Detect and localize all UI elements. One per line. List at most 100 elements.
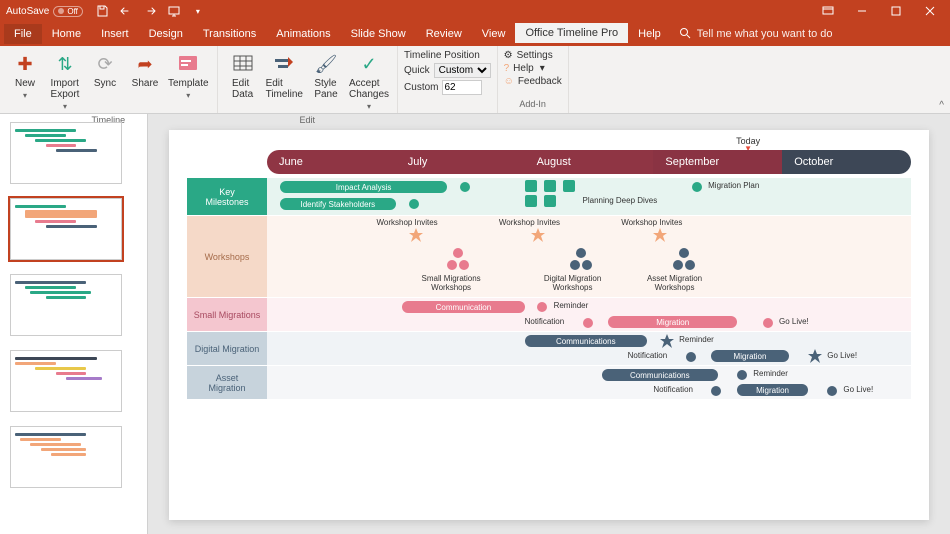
label-reminder: Reminder [679, 335, 714, 344]
dot-notification[interactable] [711, 386, 721, 396]
milestone-sq[interactable] [563, 180, 575, 192]
milestone-sq[interactable] [544, 195, 556, 207]
milestone-dot[interactable] [692, 182, 702, 192]
ribbon-group-timeline-position: Timeline Position QuickCustom Custom [398, 46, 498, 113]
style-pane-button[interactable]: 🖌Style Pane [307, 50, 345, 113]
undo-icon[interactable] [119, 4, 133, 18]
ribbon: ✚New▾ ⇅Import Export▾ ⟳Sync ➦Share Templ… [0, 46, 950, 114]
ribbon-group-addin: ⚙Settings ?Help▾ ☺Feedback Add-In [498, 46, 569, 113]
tab-design[interactable]: Design [139, 24, 193, 44]
label-ws-invites: Workshop Invites [621, 218, 682, 227]
dot-notification[interactable] [686, 352, 696, 362]
label-notification: Notification [628, 351, 668, 360]
maximize-icon[interactable] [882, 2, 910, 20]
edit-timeline-button[interactable]: Edit Timeline [264, 50, 305, 113]
burst-icon[interactable] [660, 334, 674, 348]
slide-thumb-2[interactable] [10, 198, 122, 260]
tab-home[interactable]: Home [42, 24, 91, 44]
redo-icon[interactable] [143, 4, 157, 18]
milestone-dot[interactable] [460, 182, 470, 192]
bar-communications[interactable]: Communications [525, 335, 647, 347]
burst-icon[interactable] [531, 228, 545, 242]
burst-icon[interactable] [808, 349, 822, 363]
accept-changes-button[interactable]: ✓Accept Changes▾ [347, 50, 391, 113]
lane-small-migrations: Small Migrations Communication Reminder … [187, 298, 911, 332]
tp-custom-input[interactable] [442, 80, 482, 95]
bar-communication[interactable]: Communication [402, 301, 524, 313]
bar-communications[interactable]: Communications [602, 369, 718, 381]
gear-icon: ⚙ [504, 50, 513, 61]
swimlanes: Key Milestones Impact Analysis Planning … [187, 178, 911, 400]
share-button[interactable]: ➦Share [126, 50, 164, 113]
tab-view[interactable]: View [472, 24, 516, 44]
lane-workshops: Workshops Workshop Invites Workshop Invi… [187, 216, 911, 298]
save-icon[interactable] [95, 4, 109, 18]
tab-transitions[interactable]: Transitions [193, 24, 266, 44]
dot-notification[interactable] [583, 318, 593, 328]
dot-golive[interactable] [763, 318, 773, 328]
label-golive: Go Live! [827, 351, 857, 360]
dot-reminder[interactable] [737, 370, 747, 380]
import-export-icon: ⇅ [53, 52, 77, 76]
slide-thumb-1[interactable] [10, 122, 122, 184]
milestone-dot[interactable] [409, 199, 419, 209]
workshop-cluster-asset[interactable] [673, 248, 695, 270]
tell-me[interactable]: Tell me what you want to do [679, 27, 833, 42]
dot-golive[interactable] [827, 386, 837, 396]
slide-thumb-4[interactable] [10, 350, 122, 412]
dot-reminder[interactable] [537, 302, 547, 312]
tab-office-timeline[interactable]: Office Timeline Pro [515, 23, 628, 45]
burst-icon[interactable] [409, 228, 423, 242]
label-golive: Go Live! [843, 385, 873, 394]
tp-quick-select[interactable]: Custom [434, 63, 491, 78]
label-digital-ws: Digital Migration Workshops [544, 274, 601, 292]
tab-insert[interactable]: Insert [91, 24, 139, 44]
label-ws-invites: Workshop Invites [376, 218, 437, 227]
close-icon[interactable] [916, 2, 944, 20]
feedback-button[interactable]: ☺Feedback [504, 76, 562, 87]
qat-more-icon[interactable]: ▾ [191, 4, 205, 18]
tab-file[interactable]: File [4, 24, 42, 44]
tab-animations[interactable]: Animations [266, 24, 340, 44]
edit-data-button[interactable]: Edit Data [224, 50, 262, 113]
label-golive: Go Live! [779, 317, 809, 326]
bar-identify-stakeholders[interactable]: Identify Stakeholders [280, 198, 396, 210]
slide-canvas: Today June July August September October… [148, 114, 950, 534]
slide-thumb-5[interactable] [10, 426, 122, 488]
milestone-sq[interactable] [525, 195, 537, 207]
milestone-sq[interactable] [544, 180, 556, 192]
milestone-sq[interactable] [525, 180, 537, 192]
ribbon-group-label-addin: Add-In [504, 97, 562, 109]
slide-thumb-3[interactable] [10, 274, 122, 336]
new-button[interactable]: ✚New▾ [6, 50, 44, 113]
settings-button[interactable]: ⚙Settings [504, 50, 562, 61]
month-aug: August [525, 150, 654, 174]
workshop-cluster-small[interactable] [447, 248, 469, 270]
bar-migration[interactable]: Migration [608, 316, 737, 328]
bar-migration[interactable]: Migration [711, 350, 788, 362]
present-icon[interactable] [167, 4, 181, 18]
burst-icon[interactable] [653, 228, 667, 242]
autosave-toggle[interactable]: Off [53, 6, 83, 17]
workshop-cluster-digital[interactable] [570, 248, 592, 270]
bar-impact-analysis[interactable]: Impact Analysis [280, 181, 447, 193]
tab-slideshow[interactable]: Slide Show [341, 24, 416, 44]
help-button[interactable]: ?Help▾ [504, 63, 562, 74]
lane-label-sm: Small Migrations [187, 298, 267, 332]
slide[interactable]: Today June July August September October… [169, 130, 929, 520]
tab-review[interactable]: Review [416, 24, 472, 44]
lane-label-am: Asset Migration [187, 366, 267, 400]
edit-data-icon [231, 52, 255, 76]
bar-migration[interactable]: Migration [737, 384, 808, 396]
lane-label-dm: Digital Migration [187, 332, 267, 366]
sync-button[interactable]: ⟳Sync [86, 50, 124, 113]
label-reminder: Reminder [554, 301, 589, 310]
ribbon-options-icon[interactable] [814, 2, 842, 20]
template-button[interactable]: Template▾ [166, 50, 211, 113]
import-export-button[interactable]: ⇅Import Export▾ [46, 50, 84, 113]
minimize-icon[interactable] [848, 2, 876, 20]
collapse-ribbon-icon[interactable]: ^ [939, 100, 944, 111]
autosave[interactable]: AutoSave Off [6, 6, 83, 17]
accept-changes-icon: ✓ [357, 52, 381, 76]
tab-help[interactable]: Help [628, 24, 671, 44]
